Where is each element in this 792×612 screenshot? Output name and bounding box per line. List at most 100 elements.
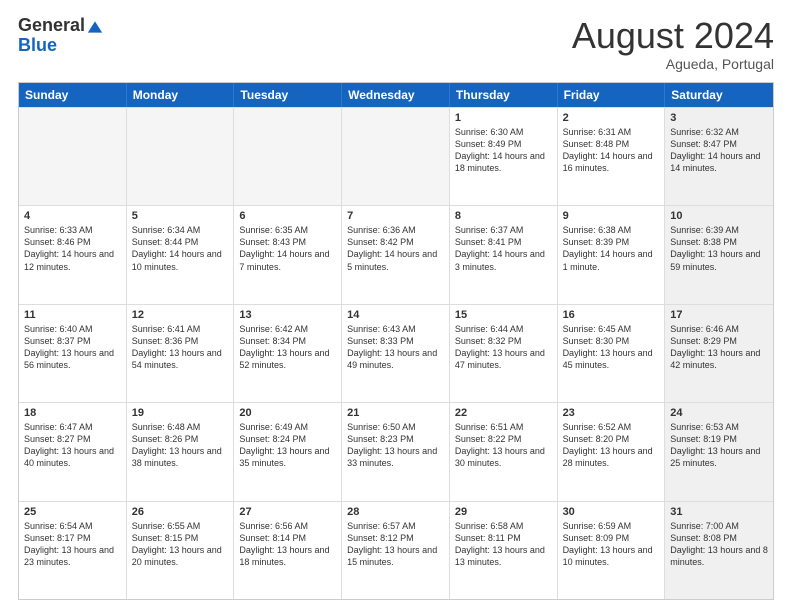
calendar-cell: 21 Sunrise: 6:50 AM Sunset: 8:23 PM Dayli… — [342, 403, 450, 500]
calendar-cell: 15 Sunrise: 6:44 AM Sunset: 8:32 PM Dayli… — [450, 305, 558, 402]
day-info: Sunrise: 6:56 AM Sunset: 8:14 PM Dayligh… — [239, 520, 336, 569]
day-number: 30 — [563, 506, 660, 518]
day-number: 7 — [347, 210, 444, 222]
day-info: Sunrise: 6:48 AM Sunset: 8:26 PM Dayligh… — [132, 421, 229, 470]
day-number: 5 — [132, 210, 229, 222]
day-number: 26 — [132, 506, 229, 518]
day-info: Sunrise: 6:39 AM Sunset: 8:38 PM Dayligh… — [670, 224, 768, 273]
calendar-cell: 2Sunrise: 6:31 AM Sunset: 8:48 PM Daylig… — [558, 108, 666, 205]
month-year: August 2024 — [572, 16, 774, 56]
calendar-row-5: 25 Sunrise: 6:54 AM Sunset: 8:17 PM Dayli… — [19, 501, 773, 599]
day-number: 8 — [455, 210, 552, 222]
day-info: Sunrise: 6:58 AM Sunset: 8:11 PM Dayligh… — [455, 520, 552, 569]
day-info: Sunrise: 6:33 AM Sunset: 8:46 PM Dayligh… — [24, 224, 121, 273]
calendar-cell: 31 Sunrise: 7:00 AM Sunset: 8:08 PM Dayli… — [665, 502, 773, 599]
calendar-cell: 24Sunrise: 6:53 AM Sunset: 8:19 PM Dayli… — [665, 403, 773, 500]
calendar-cell: 6Sunrise: 6:35 AM Sunset: 8:43 PM Daylig… — [234, 206, 342, 303]
day-number: 11 — [24, 309, 121, 321]
calendar-cell: 14Sunrise: 6:43 AM Sunset: 8:33 PM Dayli… — [342, 305, 450, 402]
calendar-row-1: 1 Sunrise: 6:30 AM Sunset: 8:49 PM Daylig… — [19, 107, 773, 205]
day-number: 21 — [347, 407, 444, 419]
day-info: Sunrise: 6:51 AM Sunset: 8:22 PM Dayligh… — [455, 421, 552, 470]
day-info: Sunrise: 6:34 AM Sunset: 8:44 PM Dayligh… — [132, 224, 229, 273]
day-info: Sunrise: 6:54 AM Sunset: 8:17 PM Dayligh… — [24, 520, 121, 569]
day-number: 15 — [455, 309, 552, 321]
day-info: Sunrise: 6:35 AM Sunset: 8:43 PM Dayligh… — [239, 224, 336, 273]
day-number: 18 — [24, 407, 121, 419]
day-info: Sunrise: 6:49 AM Sunset: 8:24 PM Dayligh… — [239, 421, 336, 470]
calendar-cell: 16 Sunrise: 6:45 AM Sunset: 8:30 PM Dayli… — [558, 305, 666, 402]
day-info: Sunrise: 6:47 AM Sunset: 8:27 PM Dayligh… — [24, 421, 121, 470]
calendar-cell: 10 Sunrise: 6:39 AM Sunset: 8:38 PM Dayli… — [665, 206, 773, 303]
header-wednesday: Wednesday — [342, 83, 450, 107]
calendar-cell: 19 Sunrise: 6:48 AM Sunset: 8:26 PM Dayli… — [127, 403, 235, 500]
day-number: 20 — [239, 407, 336, 419]
calendar-cell: 22 Sunrise: 6:51 AM Sunset: 8:22 PM Dayli… — [450, 403, 558, 500]
day-info: Sunrise: 6:40 AM Sunset: 8:37 PM Dayligh… — [24, 323, 121, 372]
day-number: 12 — [132, 309, 229, 321]
title-block: August 2024 Agueda, Portugal — [572, 16, 774, 72]
calendar-cell: 1 Sunrise: 6:30 AM Sunset: 8:49 PM Daylig… — [450, 108, 558, 205]
calendar-row-4: 18 Sunrise: 6:47 AM Sunset: 8:27 PM Dayli… — [19, 402, 773, 500]
day-number: 27 — [239, 506, 336, 518]
header: General Blue August 2024 Agueda, Portuga… — [18, 16, 774, 72]
calendar-cell: 7 Sunrise: 6:36 AM Sunset: 8:42 PM Daylig… — [342, 206, 450, 303]
calendar-cell: 13Sunrise: 6:42 AM Sunset: 8:34 PM Dayli… — [234, 305, 342, 402]
day-info: Sunrise: 6:38 AM Sunset: 8:39 PM Dayligh… — [563, 224, 660, 273]
logo: General Blue — [18, 16, 103, 56]
header-sunday: Sunday — [19, 83, 127, 107]
day-info: Sunrise: 6:42 AM Sunset: 8:34 PM Dayligh… — [239, 323, 336, 372]
calendar-cell — [127, 108, 235, 205]
day-info: Sunrise: 6:52 AM Sunset: 8:20 PM Dayligh… — [563, 421, 660, 470]
day-number: 22 — [455, 407, 552, 419]
day-info: Sunrise: 6:55 AM Sunset: 8:15 PM Dayligh… — [132, 520, 229, 569]
calendar-cell — [19, 108, 127, 205]
calendar-cell: 25 Sunrise: 6:54 AM Sunset: 8:17 PM Dayli… — [19, 502, 127, 599]
day-info: Sunrise: 6:32 AM Sunset: 8:47 PM Dayligh… — [670, 126, 768, 175]
day-number: 17 — [670, 309, 768, 321]
day-info: Sunrise: 7:00 AM Sunset: 8:08 PM Dayligh… — [670, 520, 768, 569]
calendar-body: 1 Sunrise: 6:30 AM Sunset: 8:49 PM Daylig… — [19, 107, 773, 599]
header-monday: Monday — [127, 83, 235, 107]
header-friday: Friday — [558, 83, 666, 107]
day-number: 4 — [24, 210, 121, 222]
day-info: Sunrise: 6:57 AM Sunset: 8:12 PM Dayligh… — [347, 520, 444, 569]
day-info: Sunrise: 6:50 AM Sunset: 8:23 PM Dayligh… — [347, 421, 444, 470]
calendar-cell: 3 Sunrise: 6:32 AM Sunset: 8:47 PM Daylig… — [665, 108, 773, 205]
day-info: Sunrise: 6:45 AM Sunset: 8:30 PM Dayligh… — [563, 323, 660, 372]
day-info: Sunrise: 6:30 AM Sunset: 8:49 PM Dayligh… — [455, 126, 552, 175]
calendar-cell: 5 Sunrise: 6:34 AM Sunset: 8:44 PM Daylig… — [127, 206, 235, 303]
day-number: 10 — [670, 210, 768, 222]
day-number: 25 — [24, 506, 121, 518]
day-number: 31 — [670, 506, 768, 518]
day-number: 23 — [563, 407, 660, 419]
day-number: 1 — [455, 112, 552, 124]
day-info: Sunrise: 6:43 AM Sunset: 8:33 PM Dayligh… — [347, 323, 444, 372]
day-info: Sunrise: 6:41 AM Sunset: 8:36 PM Dayligh… — [132, 323, 229, 372]
day-number: 28 — [347, 506, 444, 518]
header-tuesday: Tuesday — [234, 83, 342, 107]
day-number: 3 — [670, 112, 768, 124]
calendar-cell: 27 Sunrise: 6:56 AM Sunset: 8:14 PM Dayli… — [234, 502, 342, 599]
day-info: Sunrise: 6:36 AM Sunset: 8:42 PM Dayligh… — [347, 224, 444, 273]
day-info: Sunrise: 6:37 AM Sunset: 8:41 PM Dayligh… — [455, 224, 552, 273]
day-number: 24 — [670, 407, 768, 419]
calendar-cell: 9Sunrise: 6:38 AM Sunset: 8:39 PM Daylig… — [558, 206, 666, 303]
calendar-row-2: 4 Sunrise: 6:33 AM Sunset: 8:46 PM Daylig… — [19, 205, 773, 303]
calendar-cell: 11 Sunrise: 6:40 AM Sunset: 8:37 PM Dayli… — [19, 305, 127, 402]
day-info: Sunrise: 6:44 AM Sunset: 8:32 PM Dayligh… — [455, 323, 552, 372]
calendar-cell — [234, 108, 342, 205]
calendar-row-3: 11 Sunrise: 6:40 AM Sunset: 8:37 PM Dayli… — [19, 304, 773, 402]
day-info: Sunrise: 6:59 AM Sunset: 8:09 PM Dayligh… — [563, 520, 660, 569]
day-number: 19 — [132, 407, 229, 419]
calendar: Sunday Monday Tuesday Wednesday Thursday… — [18, 82, 774, 600]
calendar-cell: 17Sunrise: 6:46 AM Sunset: 8:29 PM Dayli… — [665, 305, 773, 402]
calendar-cell: 30 Sunrise: 6:59 AM Sunset: 8:09 PM Dayli… — [558, 502, 666, 599]
calendar-header: Sunday Monday Tuesday Wednesday Thursday… — [19, 83, 773, 107]
calendar-cell: 8 Sunrise: 6:37 AM Sunset: 8:41 PM Daylig… — [450, 206, 558, 303]
calendar-cell: 28 Sunrise: 6:57 AM Sunset: 8:12 PM Dayli… — [342, 502, 450, 599]
day-number: 2 — [563, 112, 660, 124]
day-number: 16 — [563, 309, 660, 321]
calendar-cell: 18 Sunrise: 6:47 AM Sunset: 8:27 PM Dayli… — [19, 403, 127, 500]
calendar-cell: 23 Sunrise: 6:52 AM Sunset: 8:20 PM Dayli… — [558, 403, 666, 500]
